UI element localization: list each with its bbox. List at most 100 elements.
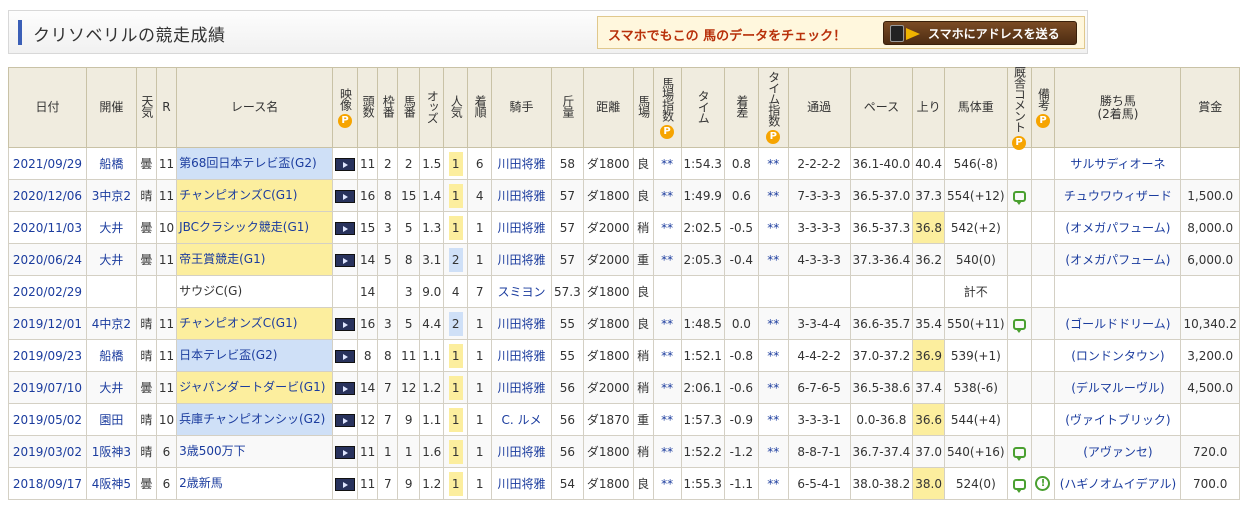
col-weather[interactable]: 天気: [135, 67, 157, 148]
race-name-link[interactable]: 帝王賞競走(G1): [179, 252, 265, 266]
venue-link[interactable]: 船橋: [99, 157, 123, 171]
venue-link[interactable]: 大井: [99, 381, 123, 395]
time-index-value[interactable]: **: [767, 253, 779, 267]
track-index-value[interactable]: **: [661, 349, 673, 363]
col-passing[interactable]: 通過: [787, 67, 851, 148]
race-name-link[interactable]: ジャパンダートダービ(G1): [179, 380, 325, 394]
exclamation-icon[interactable]: !: [1035, 476, 1051, 491]
track-index-value[interactable]: **: [661, 413, 673, 427]
col-track-cond[interactable]: 馬場: [632, 67, 654, 148]
jockey-link[interactable]: 川田将雅: [498, 445, 546, 459]
time-index-value[interactable]: **: [767, 349, 779, 363]
video-play-icon[interactable]: [335, 413, 356, 427]
video-play-icon[interactable]: [335, 221, 356, 235]
track-index-value[interactable]: **: [661, 157, 673, 171]
venue-link[interactable]: 1阪神3: [92, 445, 131, 459]
col-prize[interactable]: 賞金: [1180, 67, 1240, 148]
col-body-weight[interactable]: 馬体重: [944, 67, 1008, 148]
col-odds[interactable]: オッズ: [419, 67, 445, 148]
jockey-link[interactable]: 川田将雅: [498, 253, 546, 267]
col-time[interactable]: タイム: [680, 67, 725, 148]
comment-bubble-icon[interactable]: [1012, 478, 1026, 493]
time-index-value[interactable]: **: [767, 477, 779, 491]
video-play-icon[interactable]: [335, 445, 356, 459]
jockey-link[interactable]: スミヨン: [498, 285, 546, 299]
col-jockey[interactable]: 騎手: [491, 67, 552, 148]
race-name-link[interactable]: 2歳新馬: [179, 476, 223, 490]
venue-link[interactable]: 大井: [99, 253, 123, 267]
video-play-icon[interactable]: [335, 253, 356, 267]
date-link[interactable]: 2020/11/03: [13, 221, 82, 235]
venue-link[interactable]: 3中京2: [92, 189, 131, 203]
track-index-value[interactable]: **: [661, 477, 673, 491]
track-index-value[interactable]: **: [661, 189, 673, 203]
jockey-link[interactable]: C. ルメ: [502, 413, 542, 427]
col-venue[interactable]: 開催: [85, 67, 137, 148]
jockey-link[interactable]: 川田将雅: [498, 381, 546, 395]
track-index-value[interactable]: **: [661, 381, 673, 395]
date-link[interactable]: 2019/09/23: [13, 349, 82, 363]
winner-link[interactable]: (アヴァンセ): [1083, 445, 1152, 459]
video-play-icon[interactable]: [335, 349, 356, 363]
date-link[interactable]: 2019/12/01: [13, 317, 82, 331]
jockey-link[interactable]: 川田将雅: [498, 349, 546, 363]
col-field-size[interactable]: 頭数: [357, 67, 379, 148]
date-link[interactable]: 2019/03/02: [13, 445, 82, 459]
time-index-value[interactable]: **: [767, 445, 779, 459]
time-index-value[interactable]: **: [767, 157, 779, 171]
winner-link[interactable]: (ヴァイトブリック): [1065, 413, 1170, 427]
winner-link[interactable]: (ロンドンタウン): [1071, 349, 1164, 363]
jockey-link[interactable]: 川田将雅: [498, 189, 546, 203]
winner-link[interactable]: サルサディオーネ: [1070, 157, 1165, 171]
video-play-icon[interactable]: [335, 477, 356, 491]
col-finish[interactable]: 着順: [467, 67, 493, 148]
race-name-link[interactable]: 3歳500万下: [179, 444, 246, 458]
race-name-link[interactable]: チャンピオンズC(G1): [179, 316, 297, 330]
time-index-value[interactable]: **: [767, 189, 779, 203]
col-race-no[interactable]: R: [155, 67, 178, 148]
time-index-value[interactable]: **: [767, 413, 779, 427]
date-link[interactable]: 2020/12/06: [13, 189, 82, 203]
video-play-icon[interactable]: [335, 317, 356, 331]
venue-link[interactable]: 園田: [99, 413, 123, 427]
date-link[interactable]: 2018/09/17: [13, 477, 82, 491]
race-name-link[interactable]: 兵庫チャンピオンシッ(G2): [179, 412, 325, 426]
col-margin[interactable]: 着差: [723, 67, 759, 148]
venue-link[interactable]: 大井: [99, 221, 123, 235]
comment-bubble-icon[interactable]: [1012, 190, 1026, 205]
winner-link[interactable]: (オメガパフューム): [1065, 221, 1170, 235]
winner-link[interactable]: (ゴールドドリーム): [1065, 317, 1170, 331]
col-last3f[interactable]: 上り: [912, 67, 945, 148]
col-race-name[interactable]: レース名: [176, 67, 334, 148]
race-name-link[interactable]: チャンピオンズC(G1): [179, 188, 297, 202]
col-distance[interactable]: 距離: [582, 67, 634, 148]
comment-bubble-icon[interactable]: [1012, 446, 1026, 461]
track-index-value[interactable]: **: [661, 253, 673, 267]
time-index-value[interactable]: **: [767, 317, 779, 331]
track-index-value[interactable]: **: [661, 317, 673, 331]
time-index-value[interactable]: **: [767, 381, 779, 395]
date-link[interactable]: 2020/06/24: [13, 253, 82, 267]
send-to-smartphone-button[interactable]: スマホにアドレスを送る: [883, 21, 1077, 45]
winner-link[interactable]: (デルマルーヴル): [1071, 381, 1164, 395]
venue-link[interactable]: 船橋: [99, 349, 123, 363]
track-index-value[interactable]: **: [661, 445, 673, 459]
col-popularity[interactable]: 人気: [443, 67, 469, 148]
video-play-icon[interactable]: [335, 381, 356, 395]
date-link[interactable]: 2019/05/02: [13, 413, 82, 427]
date-link[interactable]: 2021/09/29: [13, 157, 82, 171]
jockey-link[interactable]: 川田将雅: [498, 317, 546, 331]
col-date[interactable]: 日付: [8, 67, 87, 148]
date-link[interactable]: 2019/07/10: [13, 381, 82, 395]
jockey-link[interactable]: 川田将雅: [498, 221, 546, 235]
col-horse-no[interactable]: 馬番: [397, 67, 421, 148]
race-name-link[interactable]: JBCクラシック競走(G1): [179, 220, 309, 234]
winner-link[interactable]: (ハギノオムイデアル): [1060, 477, 1176, 491]
time-index-value[interactable]: **: [767, 221, 779, 235]
race-name-link[interactable]: 日本テレビ盃(G2): [179, 348, 277, 362]
col-winner[interactable]: 勝ち馬 (2着馬): [1054, 67, 1182, 148]
date-link[interactable]: 2020/02/29: [13, 285, 82, 299]
col-frame[interactable]: 枠番: [377, 67, 399, 148]
comment-bubble-icon[interactable]: [1012, 318, 1026, 333]
venue-link[interactable]: 4中京2: [92, 317, 131, 331]
